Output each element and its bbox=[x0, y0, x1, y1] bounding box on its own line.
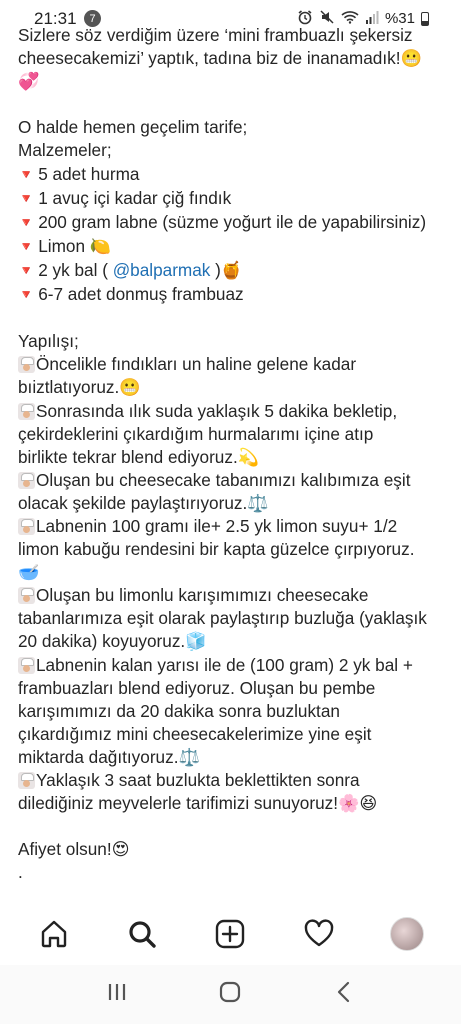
bottom-nav bbox=[0, 904, 461, 964]
red-triangle-bullet-icon: 🔻 bbox=[18, 190, 35, 206]
chef-emoji-icon bbox=[18, 471, 35, 489]
caption-text: dilediğiniz meyvelerle tarifimizi sunuyo… bbox=[18, 793, 378, 814]
caption-text: 💞 bbox=[18, 71, 40, 92]
caption-line bbox=[18, 815, 448, 838]
caption-text: Afiyet olsun!😍 bbox=[18, 839, 130, 860]
caption-text: Oluşan bu limonlu karışımımızı cheesecak… bbox=[36, 585, 369, 606]
caption-text: Labnenin kalan yarısı ile de (100 gram) … bbox=[36, 654, 413, 675]
caption-line: Öncelikle fındıkları un haline gelene ka… bbox=[18, 353, 448, 376]
caption-line bbox=[18, 93, 448, 116]
caption-line: 🔻 6-7 adet donmuş frambuaz bbox=[18, 283, 448, 307]
caption-line: Afiyet olsun!😍 bbox=[18, 838, 448, 861]
caption-line: Malzemeler; bbox=[18, 139, 448, 162]
caption-text: 200 gram labne (süzme yoğurt ile de yapa… bbox=[38, 211, 427, 232]
caption-line: 🔻 1 avuç içi kadar çiğ fındık bbox=[18, 187, 448, 211]
caption-text: bıiztlatıyoruz.😬 bbox=[18, 377, 141, 398]
caption-text: 6-7 adet donmuş frambuaz bbox=[38, 284, 244, 305]
caption-line: Yaklaşık 3 saat buzlukta beklettikten so… bbox=[18, 769, 448, 792]
caption-text: 5 adet hurma bbox=[38, 163, 140, 184]
caption-line: çıkardığımız mini cheesecakelerimize yin… bbox=[18, 723, 448, 746]
caption-line: Oluşan bu cheesecake tabanımızı kalıbımı… bbox=[18, 469, 448, 492]
caption-line: 20 dakika) koyuyoruz.🧊 bbox=[18, 630, 448, 653]
caption-line: cheesecakemizi’ yaptık, tadına biz de in… bbox=[18, 47, 448, 70]
profile-avatar[interactable] bbox=[387, 914, 427, 954]
caption-text: 1 avuç içi kadar çiğ fındık bbox=[38, 187, 232, 208]
caption-text: Sizlere söz verdiğim üzere ‘mini frambua… bbox=[18, 25, 413, 45]
caption-line: Labnenin kalan yarısı ile de (100 gram) … bbox=[18, 654, 448, 677]
caption-line: Yapılışı; bbox=[18, 330, 448, 353]
caption-text: Malzemeler; bbox=[18, 140, 112, 161]
chef-emoji-icon bbox=[18, 772, 35, 789]
caption-line bbox=[18, 307, 448, 330]
caption-line: . bbox=[18, 861, 448, 884]
post-caption: Sizlere söz verdiğim üzere ‘mini frambua… bbox=[18, 24, 448, 884]
caption-text: O halde hemen geçelim tarife; bbox=[18, 117, 248, 138]
recent-apps-icon[interactable] bbox=[104, 979, 130, 1010]
caption-line: frambuazları blend ediyoruz. Oluşan bu p… bbox=[18, 677, 448, 700]
system-nav-bar bbox=[0, 965, 461, 1024]
caption-line: karışımımızı da 20 dakika sonra buzlukta… bbox=[18, 700, 448, 723]
red-triangle-bullet-icon: 🔻 bbox=[18, 166, 35, 182]
avatar bbox=[389, 917, 424, 951]
red-triangle-bullet-icon: 🔻 bbox=[18, 287, 35, 303]
caption-text: 20 dakika) koyuyoruz.🧊 bbox=[18, 631, 207, 652]
caption-text: Öncelikle fındıkları un haline gelene ka… bbox=[36, 354, 357, 375]
home-button-icon[interactable] bbox=[217, 979, 243, 1010]
caption-line: miktarda dağıtıyoruz.⚖️ bbox=[18, 746, 448, 769]
caption-line: 🔻 2 yk bal ( @balparmak )🍯 bbox=[18, 259, 448, 283]
caption-text: 🥣 bbox=[18, 562, 40, 583]
caption-text: limon kabuğu rendesini bir kapta güzelce… bbox=[18, 539, 415, 560]
caption-text: Sonrasında ılık suda yaklaşık 5 dakika b… bbox=[36, 400, 398, 421]
caption-text: olacak şekilde paylaştırıyoruz.⚖️ bbox=[18, 492, 269, 513]
chef-emoji-icon bbox=[18, 356, 35, 374]
caption-text: cheesecakemizi’ yaptık, tadına biz de in… bbox=[18, 48, 422, 69]
caption-text: çıkardığımız mini cheesecakelerimize yin… bbox=[18, 723, 372, 744]
caption-text: birlikte tekrar blend ediyoruz.💫 bbox=[18, 446, 260, 467]
chef-emoji-icon bbox=[18, 517, 35, 535]
home-icon[interactable] bbox=[34, 914, 74, 954]
caption-line: O halde hemen geçelim tarife; bbox=[18, 116, 448, 139]
caption-line: Labnenin 100 gramı ile+ 2.5 yk limon suy… bbox=[18, 515, 448, 538]
chef-emoji-icon bbox=[18, 402, 35, 420]
activity-heart-icon[interactable] bbox=[299, 914, 339, 954]
red-triangle-bullet-icon: 🔻 bbox=[18, 214, 35, 230]
caption-text: Yapılışı; bbox=[18, 331, 79, 352]
caption-text: Oluşan bu cheesecake tabanımızı kalıbımı… bbox=[36, 469, 411, 490]
red-triangle-bullet-icon: 🔻 bbox=[18, 262, 35, 278]
caption-line: Sizlere söz verdiğim üzere ‘mini frambua… bbox=[18, 24, 448, 47]
chef-emoji-icon bbox=[18, 656, 35, 674]
caption-text: )🍯 bbox=[210, 259, 243, 280]
caption-line: Oluşan bu limonlu karışımımızı cheesecak… bbox=[18, 584, 448, 607]
caption-line: 🥣 bbox=[18, 561, 448, 584]
caption-line: 🔻 200 gram labne (süzme yoğurt ile de yap… bbox=[18, 211, 448, 235]
chef-emoji-icon bbox=[18, 587, 35, 605]
caption-line: dilediğiniz meyvelerle tarifimizi sunuyo… bbox=[18, 792, 448, 815]
mention-link[interactable]: @balparmak bbox=[113, 260, 211, 280]
caption-line: çekirdeklerini çıkardığım hurmalarımı iç… bbox=[18, 423, 448, 446]
caption-line: birlikte tekrar blend ediyoruz.💫 bbox=[18, 446, 448, 469]
caption-line: limon kabuğu rendesini bir kapta güzelce… bbox=[18, 538, 448, 561]
caption-text: miktarda dağıtıyoruz.⚖️ bbox=[18, 746, 200, 767]
red-triangle-bullet-icon: 🔻 bbox=[18, 238, 35, 254]
caption-line: bıiztlatıyoruz.😬 bbox=[18, 376, 448, 399]
caption-line: 🔻 Limon 🍋 bbox=[18, 235, 448, 259]
caption-line: tabanlarımıza eşit olarak paylaştırıp bu… bbox=[18, 607, 448, 630]
caption-text: Yaklaşık 3 saat buzlukta beklettikten so… bbox=[36, 770, 360, 790]
search-icon[interactable] bbox=[122, 914, 162, 954]
caption-line: 💞 bbox=[18, 70, 448, 93]
caption-text: karışımımızı da 20 dakika sonra buzlukta… bbox=[18, 700, 340, 721]
caption-text: çekirdeklerini çıkardığım hurmalarımı iç… bbox=[18, 423, 374, 444]
caption-line: Sonrasında ılık suda yaklaşık 5 dakika b… bbox=[18, 400, 448, 423]
caption-text: Labnenin 100 gramı ile+ 2.5 yk limon suy… bbox=[36, 515, 398, 536]
caption-text: 2 yk bal ( bbox=[38, 259, 113, 280]
caption-line: 🔻 5 adet hurma bbox=[18, 163, 448, 187]
caption-text: frambuazları blend ediyoruz. Oluşan bu p… bbox=[18, 677, 376, 698]
back-icon[interactable] bbox=[331, 979, 357, 1010]
caption-text: tabanlarımıza eşit olarak paylaştırıp bu… bbox=[18, 608, 427, 629]
add-post-icon[interactable] bbox=[210, 914, 250, 954]
caption-text: Limon 🍋 bbox=[38, 235, 112, 256]
caption-text: . bbox=[18, 862, 23, 883]
caption-line: olacak şekilde paylaştırıyoruz.⚖️ bbox=[18, 492, 448, 515]
